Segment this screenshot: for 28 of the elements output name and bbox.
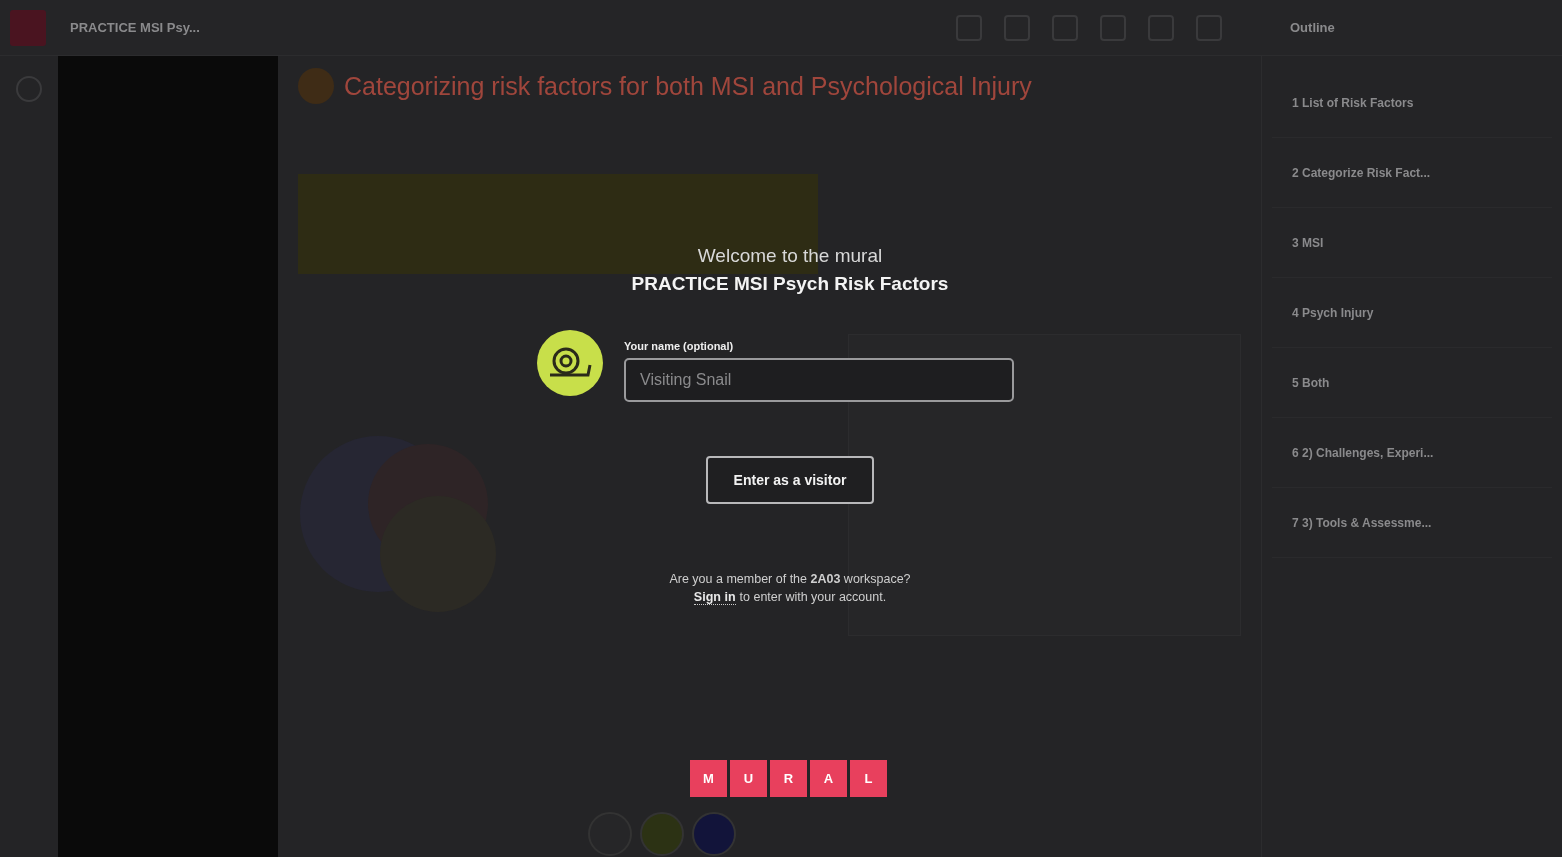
outline-item[interactable]: 5 Both bbox=[1272, 348, 1552, 418]
outline-item[interactable]: 1 List of Risk Factors bbox=[1272, 68, 1552, 138]
snail-avatar-icon bbox=[536, 329, 604, 397]
welcome-text: Welcome to the mural bbox=[697, 245, 883, 267]
logo-tile: M bbox=[690, 760, 727, 797]
logo-tile: U bbox=[730, 760, 767, 797]
app-logo[interactable] bbox=[10, 9, 46, 46]
logo-tile: L bbox=[850, 760, 887, 797]
sign-in-text: to enter with your account. bbox=[739, 590, 887, 605]
outline-item[interactable]: 2 Categorize Risk Fact... bbox=[1272, 138, 1552, 208]
logo-tile: A bbox=[810, 760, 847, 797]
name-field-label: Your name (optional) bbox=[624, 340, 735, 352]
outline-item[interactable]: 6 2) Challenges, Experi... bbox=[1272, 418, 1552, 488]
sign-in-link[interactable]: Sign in bbox=[693, 590, 736, 605]
heading-icon bbox=[298, 68, 334, 104]
canvas-heading: Categorizing risk factors for both MSI and Psychological Injury bbox=[344, 71, 1032, 101]
outline-item[interactable]: 7 3) Tools & Assessme... bbox=[1272, 488, 1552, 558]
outline-item[interactable]: 4 Psych Injury bbox=[1272, 278, 1552, 348]
logo-tile: R bbox=[770, 760, 807, 797]
user-avatar-icon[interactable] bbox=[692, 812, 736, 856]
outline-item[interactable]: 3 MSI bbox=[1272, 208, 1552, 278]
enter-visitor-button[interactable]: Enter as a visitor bbox=[706, 456, 874, 504]
user-avatar-icon[interactable] bbox=[640, 812, 684, 856]
mural-name: PRACTICE MSI Psych Risk Factors bbox=[631, 273, 949, 295]
mural-title[interactable]: PRACTICE MSI Psy... bbox=[70, 20, 270, 35]
name-input-field[interactable]: Visiting Snail bbox=[624, 358, 1014, 402]
member-question: Are you a member of the 2A03 workspace? bbox=[669, 572, 911, 586]
outline-title: Outline bbox=[1290, 20, 1335, 35]
